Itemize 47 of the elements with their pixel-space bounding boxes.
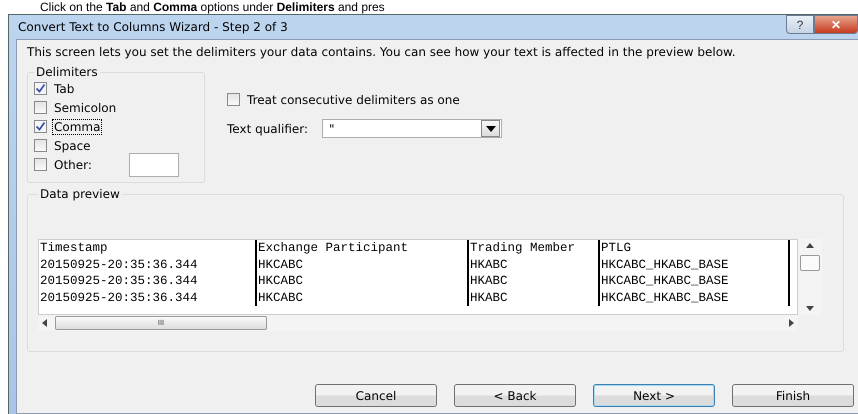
dialog-button[interactable]: Cancel <box>315 384 437 407</box>
dialog-button[interactable]: < Back <box>454 384 576 407</box>
table-cell: HKABC <box>469 256 600 273</box>
scroll-up-arrow-icon[interactable] <box>806 243 814 248</box>
column-header: Timestamp <box>39 240 257 256</box>
table-cell: 20150925-20:35:36.344 <box>39 256 257 273</box>
table-cell: 20150925-20:35:36.344 <box>39 273 257 290</box>
checkbox[interactable] <box>34 158 47 171</box>
checkbox-label[interactable]: Treat consecutive delimiters as one <box>245 92 462 108</box>
scroll-down-arrow-icon[interactable] <box>806 306 814 311</box>
text-qualifier-dropdown[interactable]: " <box>322 119 502 138</box>
table-cell: HKCABC <box>257 256 469 273</box>
dialog-button[interactable]: Next > <box>593 384 715 407</box>
checkbox-label[interactable]: Space <box>52 138 93 154</box>
help-button[interactable]: ? <box>786 15 814 34</box>
table-cell: HKCABC_HKABC_BASE <box>600 273 790 290</box>
group-title: Data preview <box>39 187 121 201</box>
table-cell: HKABC <box>469 290 600 306</box>
vertical-scrollbar[interactable] <box>798 239 822 315</box>
checkbox[interactable] <box>34 139 47 152</box>
other-input-field[interactable] <box>128 152 179 176</box>
caption-text: Click on the Tab and Comma options under Delimiters and pres <box>39 0 386 14</box>
intro-text: This screen lets you set the delimiters your data contains. You can see how your text is affected in the preview below. <box>27 45 737 59</box>
checkbox[interactable] <box>227 93 240 106</box>
table-cell: HKCABC <box>257 273 469 290</box>
table-cell: 20150925-20:35:36.344 <box>39 290 257 306</box>
column-header: Trading Member <box>469 240 600 256</box>
checkbox-label[interactable]: Other: <box>52 156 94 172</box>
group-title: Delimiters <box>35 65 99 79</box>
column-header: PTLG <box>600 240 790 256</box>
checkbox[interactable] <box>34 101 47 114</box>
table-cell: HKCABC_HKABC_BASE <box>600 290 790 306</box>
checkbox-label[interactable]: Tab <box>52 80 76 96</box>
scroll-left-arrow-icon[interactable] <box>42 319 47 327</box>
checkbox[interactable] <box>34 82 47 95</box>
checkbox-label[interactable]: Semicolon <box>52 100 118 116</box>
column-header: Exchange Participant <box>257 240 469 256</box>
window-title: Convert Text to Columns Wizard - Step 2 of 3 <box>17 20 288 34</box>
text-qualifier-label: Text qualifier: <box>227 122 308 136</box>
table-cell: HKCABC <box>257 290 469 306</box>
dialog-button[interactable]: Finish <box>732 384 854 407</box>
checkbox-label[interactable]: Comma <box>52 118 102 134</box>
table-cell: HKCABC_HKABC_BASE <box>600 256 790 273</box>
scrollbar-thumb[interactable] <box>800 255 820 271</box>
checkbox[interactable] <box>34 120 47 133</box>
scroll-right-arrow-icon[interactable] <box>789 319 794 327</box>
table-cell: HKABC <box>469 273 600 290</box>
